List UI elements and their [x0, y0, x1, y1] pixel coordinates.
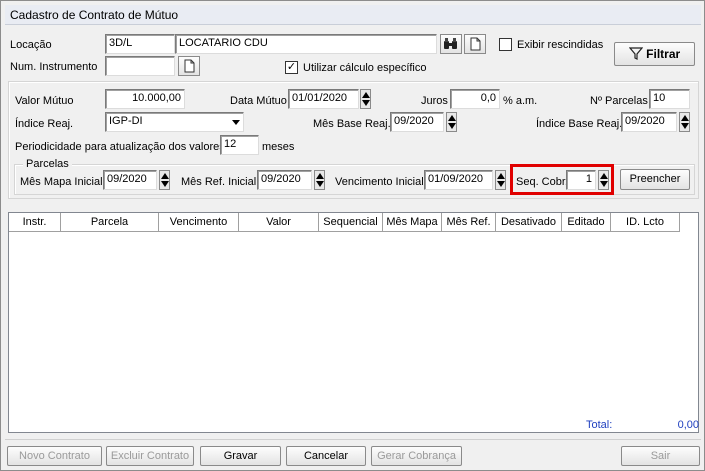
filter-icon — [628, 47, 644, 60]
juros-label: Juros — [421, 95, 448, 107]
column-header-parcela[interactable]: Parcela — [61, 213, 159, 232]
column-header-instr[interactable]: Instr. — [9, 213, 61, 232]
column-header-sequencial[interactable]: Sequencial — [319, 213, 383, 232]
contract-window: Cadastro de Contrato de Mútuo Locação 3D… — [0, 0, 705, 471]
new-document-button[interactable] — [464, 34, 486, 54]
data-mutuo-spinner[interactable] — [360, 89, 371, 109]
exibir-rescindidas-label: Exibir rescindidas — [517, 39, 604, 51]
vencimento-inicial-spinner[interactable] — [495, 170, 506, 190]
document-icon — [470, 37, 481, 51]
mes-mapa-inicial-input[interactable]: 09/2020 — [103, 170, 157, 190]
valor-mutuo-label: Valor Mútuo — [15, 95, 74, 107]
juros-unit: % a.m. — [503, 95, 538, 107]
data-mutuo-input[interactable]: 01/01/2020 — [288, 89, 359, 109]
total-value: 0,00 — [677, 419, 699, 431]
footer-separator — [5, 439, 701, 440]
utilizar-calculo-checkbox[interactable]: ✓ — [285, 61, 298, 74]
num-instrumento-document-button[interactable] — [178, 56, 200, 76]
gerar-cobranca-button[interactable]: Gerar Cobrança — [371, 446, 462, 466]
exibir-rescindidas-checkbox[interactable] — [499, 38, 512, 51]
indice-base-reaj-label: Índice Base Reaj. — [536, 118, 623, 130]
num-instrumento-input[interactable] — [105, 56, 175, 76]
indice-base-reaj-spinner[interactable] — [679, 112, 690, 132]
cancelar-button[interactable]: Cancelar — [286, 446, 366, 466]
n-parcelas-label: Nº Parcelas — [590, 95, 648, 107]
indice-reaj-value: IGP-DI — [109, 115, 143, 127]
excluir-contrato-button[interactable]: Excluir Contrato — [106, 446, 194, 466]
locacao-name-input[interactable]: LOCATARIO CDU — [175, 34, 437, 54]
periodicidade-label: Periodicidade para atualização dos valor… — [15, 141, 225, 153]
mes-ref-inicial-input[interactable]: 09/2020 — [257, 170, 312, 190]
num-instrumento-label: Num. Instrumento — [10, 61, 98, 73]
periodicidade-unit: meses — [262, 141, 295, 153]
sair-button[interactable]: Sair — [621, 446, 700, 466]
mes-ref-inicial-spinner[interactable] — [314, 170, 325, 190]
mes-mapa-inicial-spinner[interactable] — [159, 170, 170, 190]
n-parcelas-input[interactable]: 10 — [649, 89, 690, 109]
binoculars-search-button[interactable] — [440, 34, 462, 54]
filtrar-button[interactable]: Filtrar — [614, 42, 695, 66]
utilizar-calculo-label: Utilizar cálculo específico — [303, 62, 427, 74]
chevron-down-icon — [232, 120, 240, 125]
valor-mutuo-input[interactable]: 10.000,00 — [105, 89, 185, 109]
seq-cobr-input[interactable]: 1 — [566, 170, 596, 190]
data-mutuo-label: Data Mútuo — [230, 95, 287, 107]
mes-base-reaj-spinner[interactable] — [446, 112, 457, 132]
column-header-id-lcto[interactable]: ID. Lcto — [611, 213, 680, 232]
window-title: Cadastro de Contrato de Mútuo — [10, 8, 179, 22]
mes-mapa-inicial-label: Mês Mapa Inicial — [20, 176, 103, 188]
preencher-button[interactable]: Preencher — [620, 169, 690, 190]
parcelas-grid[interactable]: Instr. Parcela Vencimento Valor Sequenci… — [8, 212, 699, 433]
mes-base-reaj-input[interactable]: 09/2020 — [390, 112, 444, 132]
locacao-label: Locação — [10, 39, 52, 51]
gravar-button[interactable]: Gravar — [200, 446, 281, 466]
column-header-vencimento[interactable]: Vencimento — [159, 213, 239, 232]
indice-reaj-label: Índice Reaj. — [15, 118, 74, 130]
column-header-mes-ref[interactable]: Mês Ref. — [442, 213, 496, 232]
column-header-valor[interactable]: Valor — [239, 213, 319, 232]
seq-cobr-label: Seq. Cobr. — [516, 176, 568, 188]
vencimento-inicial-label: Vencimento Inicial — [335, 176, 424, 188]
locacao-code-input[interactable]: 3D/L — [105, 34, 175, 54]
juros-input[interactable]: 0,0 — [450, 89, 500, 109]
column-header-editado[interactable]: Editado — [562, 213, 611, 232]
column-header-mes-mapa[interactable]: Mês Mapa — [383, 213, 442, 232]
document-icon — [184, 59, 195, 73]
title-bar: Cadastro de Contrato de Mútuo — [5, 5, 701, 25]
mes-ref-inicial-label: Mês Ref. Inicial — [181, 176, 257, 188]
vencimento-inicial-input[interactable]: 01/09/2020 — [424, 170, 493, 190]
novo-contrato-button[interactable]: Novo Contrato — [7, 446, 102, 466]
total-label: Total: — [586, 419, 613, 431]
parcelas-group-label: Parcelas — [23, 157, 72, 171]
filtrar-label: Filtrar — [646, 47, 681, 61]
column-header-desativado[interactable]: Desativado — [496, 213, 562, 232]
mes-base-reaj-label: Mês Base Reaj. — [313, 118, 391, 130]
indice-reaj-select[interactable]: IGP-DI — [105, 112, 244, 132]
periodicidade-input[interactable]: 12 — [220, 135, 259, 155]
seq-cobr-spinner[interactable] — [598, 170, 609, 190]
binoculars-icon — [444, 38, 457, 49]
indice-base-reaj-input[interactable]: 09/2020 — [621, 112, 677, 132]
